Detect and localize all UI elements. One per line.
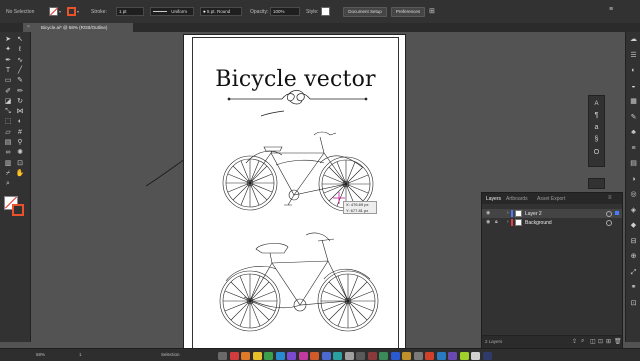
chevron-right-icon[interactable]: › [507,210,509,216]
dock-app-icon[interactable] [425,352,434,360]
new-layer-icon[interactable]: ⊞ [606,338,611,345]
target-circle-icon[interactable] [606,211,612,217]
dock-app-icon[interactable] [413,352,423,360]
navigator-icon[interactable]: ⊡ [629,300,638,308]
status-bar: 68% 1 Selection [0,348,640,361]
export-icon[interactable]: ⇪ [572,338,577,345]
dock-app-icon[interactable] [218,352,227,360]
brushes-icon[interactable]: ✎ [629,114,638,122]
bicycle-illustration-2[interactable] [219,232,379,332]
right-panel-strip: ☁ ☰ ◐ ◒ ▦ ✎ ♣ ≡ ▤ ◑ ◎ ◈ ◆ ⊟ ⊕ ⤢ ⚭ ⊡ [625,32,640,342]
align-icon[interactable]: ⊟ [629,238,638,246]
gradient-icon[interactable]: ▤ [629,160,638,168]
dock-app-icon[interactable] [436,352,446,360]
tab-layers[interactable]: Layers [486,196,501,202]
dock-app-icon[interactable] [367,352,377,360]
dock-app-icon[interactable] [264,352,273,360]
stroke-icon[interactable]: ≡ [629,145,638,153]
dock-app-icon[interactable] [287,352,296,360]
dock-app-icon[interactable] [482,352,492,360]
appearance-icon[interactable]: ◎ [629,191,638,199]
dock-app-icon[interactable] [471,352,480,360]
character-panel-dock: A ¶ a § O [588,95,605,167]
character-icon[interactable]: A [592,100,601,108]
libraries-icon[interactable]: ☁ [629,36,638,44]
layer-name[interactable]: Background [525,220,552,226]
artboard-number[interactable]: 1 [79,352,82,357]
transparency-icon[interactable]: ◑ [629,176,638,184]
dock-app-icon[interactable] [310,352,319,360]
dock-app-icon[interactable] [252,352,262,360]
layer-color-bar [511,219,513,226]
artboard[interactable]: Bicycle vector [183,34,406,353]
paragraph-icon[interactable]: ¶ [592,112,601,120]
visibility-eye-icon[interactable]: ◉ [486,210,490,216]
layer-count: 2 Layers [485,339,503,344]
pathfinder-icon[interactable]: ⊕ [629,253,638,261]
dock-app-icon[interactable] [379,352,388,360]
properties-icon[interactable]: ☰ [629,52,638,60]
opentype-icon[interactable]: O [592,149,601,157]
drawn-path-segment [260,110,285,117]
tab-asset-export[interactable]: Asset Export [537,196,565,202]
zoom-level[interactable]: 68% [36,352,45,357]
tooltip-y: Y: 677.81 px [346,207,369,213]
layer-name[interactable]: Layer 2 [525,211,542,217]
layer-thumbnail [515,210,522,217]
visibility-eye-icon[interactable]: ◉ [486,219,490,225]
layers-icon[interactable]: ◆ [629,222,638,230]
clipping-mask-icon[interactable]: ◫ [590,338,596,345]
transform-icon[interactable]: ⤢ [629,269,638,277]
glyphs-icon[interactable]: a [592,124,601,132]
dock-app-icon[interactable] [344,352,354,360]
dock-app-icon[interactable] [229,352,239,360]
panel-menu-icon[interactable]: ≡ [608,195,612,201]
dock-app-icon[interactable] [459,352,469,360]
layer-color-bar [511,210,513,217]
collapsed-panel[interactable] [588,178,605,189]
dock-app-icon[interactable] [241,352,250,360]
selection-square[interactable] [615,211,619,215]
dock-app-icon[interactable] [448,352,457,360]
chevron-right-icon[interactable]: › [507,219,509,225]
ornament-divider[interactable] [227,90,368,105]
layer-thumbnail [515,219,522,226]
dock-app-icon[interactable] [390,352,400,360]
color-icon[interactable]: ◐ [629,67,638,75]
symbols-icon[interactable]: ♣ [629,129,638,137]
lock-icon[interactable]: 🔒︎ [495,219,498,225]
dock-app-icon[interactable] [321,352,331,360]
current-tool-status: Selection [161,352,180,357]
locate-object-icon[interactable]: ⌕ [581,338,584,345]
artwork-svg [219,90,379,332]
target-circle-icon[interactable] [606,220,612,226]
new-sublayer-icon[interactable]: ⊡ [598,338,603,345]
dock-app-icon[interactable] [298,352,308,360]
trash-icon[interactable]: 🗑︎ [614,338,622,345]
links-icon[interactable]: ⚭ [629,284,638,292]
swatches-icon[interactable]: ▦ [629,98,638,106]
layer-row-background[interactable]: ◉ 🔒︎ › Background [482,218,622,227]
graphic-styles-icon[interactable]: ◈ [629,207,638,215]
tab-artboards[interactable]: Artboards [506,196,528,202]
dock-app-icon[interactable] [275,352,285,360]
cursor-coordinates-tooltip: X: 476.69 px Y: 677.81 px [343,201,377,214]
dock-app-icon[interactable] [356,352,365,360]
color-guide-icon[interactable]: ◒ [629,83,638,91]
dock-app-icon[interactable] [402,352,411,360]
bicycle-illustration-1[interactable] [222,131,374,212]
swatches-icon[interactable]: § [592,136,601,144]
layers-panel-tabs: Layers Artboards Asset Export ≡ [482,193,622,204]
layers-panel: Layers Artboards Asset Export ≡ ◉ › Laye… [481,192,623,349]
layers-panel-footer: 2 Layers ⇪ ⌕ ◫ ⊡ ⊞ 🗑︎ [482,335,622,348]
dock-app-icon[interactable] [333,352,342,360]
layer-row-layer-2[interactable]: ◉ › Layer 2 [482,209,622,218]
